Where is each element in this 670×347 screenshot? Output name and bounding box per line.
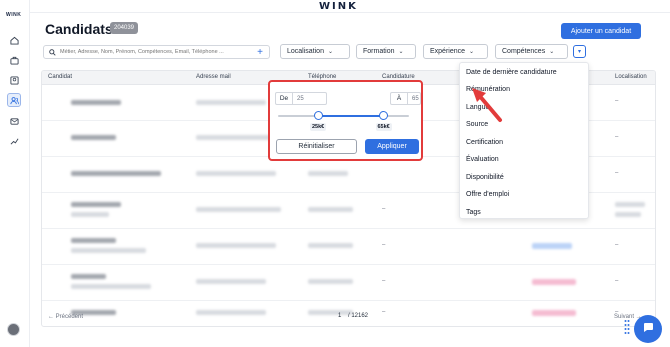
salary-min-handle[interactable] bbox=[313, 111, 323, 120]
more-filters-button[interactable]: ▾ bbox=[573, 45, 586, 58]
filter-localisation[interactable]: Localisation ⌄ bbox=[280, 44, 350, 59]
location-value: – bbox=[615, 170, 619, 176]
application-value: – bbox=[382, 206, 386, 212]
column-header[interactable]: Localisation bbox=[615, 74, 647, 80]
candidate-count-badge: 204039 bbox=[110, 22, 139, 34]
to-input[interactable]: 65 bbox=[408, 92, 421, 105]
sidebar-logo: WINK bbox=[6, 12, 22, 18]
reset-button[interactable]: Réinitialiser bbox=[276, 139, 357, 154]
filter-experience[interactable]: Expérience ⌄ bbox=[423, 44, 488, 59]
add-search-icon[interactable]: + bbox=[257, 46, 263, 59]
filter-experience-label: Expérience bbox=[430, 48, 466, 55]
candidates-icon[interactable] bbox=[7, 73, 21, 87]
salary-max-handle[interactable] bbox=[379, 111, 388, 120]
drag-handle-icon[interactable] bbox=[624, 319, 630, 335]
from-input[interactable]: 25 bbox=[293, 92, 327, 105]
top-bar: WINK bbox=[0, 0, 670, 13]
filter-localisation-label: Localisation bbox=[287, 48, 324, 55]
previous-page-button[interactable]: ← Précédent bbox=[48, 314, 83, 320]
briefcase-icon[interactable] bbox=[7, 53, 21, 67]
dropdown-item-job-offer[interactable]: Offre d'emploi bbox=[466, 191, 509, 198]
salary-max-label: 65k€ bbox=[375, 123, 392, 131]
pagination: ← Précédent 1 / 12162 Suivant → bbox=[41, 310, 656, 327]
application-value: – bbox=[382, 278, 386, 284]
apply-button[interactable]: Appliquer bbox=[365, 139, 419, 154]
filter-formation-label: Formation bbox=[363, 48, 395, 55]
add-candidate-button[interactable]: Ajouter un candidat bbox=[561, 23, 641, 39]
search-input[interactable] bbox=[60, 49, 250, 55]
avatar[interactable] bbox=[7, 323, 20, 336]
dropdown-item-last-application[interactable]: Date de dernière candidature bbox=[466, 69, 557, 76]
salary-slider-track[interactable] bbox=[278, 115, 409, 117]
location-value: – bbox=[615, 278, 619, 284]
dropdown-item-availability[interactable]: Disponibilité bbox=[466, 174, 504, 181]
page-title: Candidats bbox=[45, 21, 113, 37]
dropdown-item-evaluation[interactable]: Évaluation bbox=[466, 156, 499, 163]
annotation-arrow-icon bbox=[472, 88, 502, 122]
application-value: – bbox=[382, 242, 386, 248]
search-bar[interactable]: + bbox=[43, 45, 270, 59]
location-value: – bbox=[615, 134, 619, 140]
table-row[interactable]: – – bbox=[42, 265, 655, 301]
brand-logo: WINK bbox=[319, 1, 358, 12]
chevron-down-icon: ⌄ bbox=[469, 49, 475, 55]
chevron-down-icon: ⌄ bbox=[398, 49, 404, 55]
dropdown-item-tags[interactable]: Tags bbox=[466, 209, 481, 216]
total-pages: / 12162 bbox=[348, 313, 369, 319]
filter-competences[interactable]: Compétences ⌄ bbox=[495, 44, 568, 59]
users-icon[interactable] bbox=[7, 93, 21, 107]
location-value: – bbox=[615, 242, 619, 248]
from-label: De bbox=[275, 92, 293, 105]
search-icon bbox=[49, 43, 56, 61]
chat-icon bbox=[642, 320, 654, 338]
chart-icon[interactable] bbox=[7, 134, 21, 148]
chevron-down-icon: ⌄ bbox=[327, 49, 333, 55]
home-icon[interactable] bbox=[7, 33, 21, 47]
salary-range-popover: De 25 À 65 25k€ 65k€ Réinitialiser Appli… bbox=[268, 80, 423, 161]
column-header[interactable]: Candidat bbox=[48, 74, 72, 80]
to-label: À bbox=[390, 92, 408, 105]
mail-icon[interactable] bbox=[7, 114, 21, 128]
filter-competences-label: Compétences bbox=[502, 48, 546, 55]
location-value: – bbox=[615, 98, 619, 104]
sidebar: WINK bbox=[0, 0, 30, 347]
table-row[interactable]: – – bbox=[42, 229, 655, 265]
dropdown-item-certification[interactable]: Certification bbox=[466, 139, 503, 146]
salary-min-label: 25k€ bbox=[310, 123, 327, 131]
salary-slider-fill bbox=[318, 115, 384, 117]
chat-button[interactable] bbox=[634, 315, 662, 343]
column-header[interactable]: Adresse mail bbox=[196, 74, 231, 80]
filter-formation[interactable]: Formation ⌄ bbox=[356, 44, 416, 59]
chevron-down-icon: ⌄ bbox=[549, 49, 555, 55]
current-page[interactable]: 1 bbox=[338, 313, 341, 319]
